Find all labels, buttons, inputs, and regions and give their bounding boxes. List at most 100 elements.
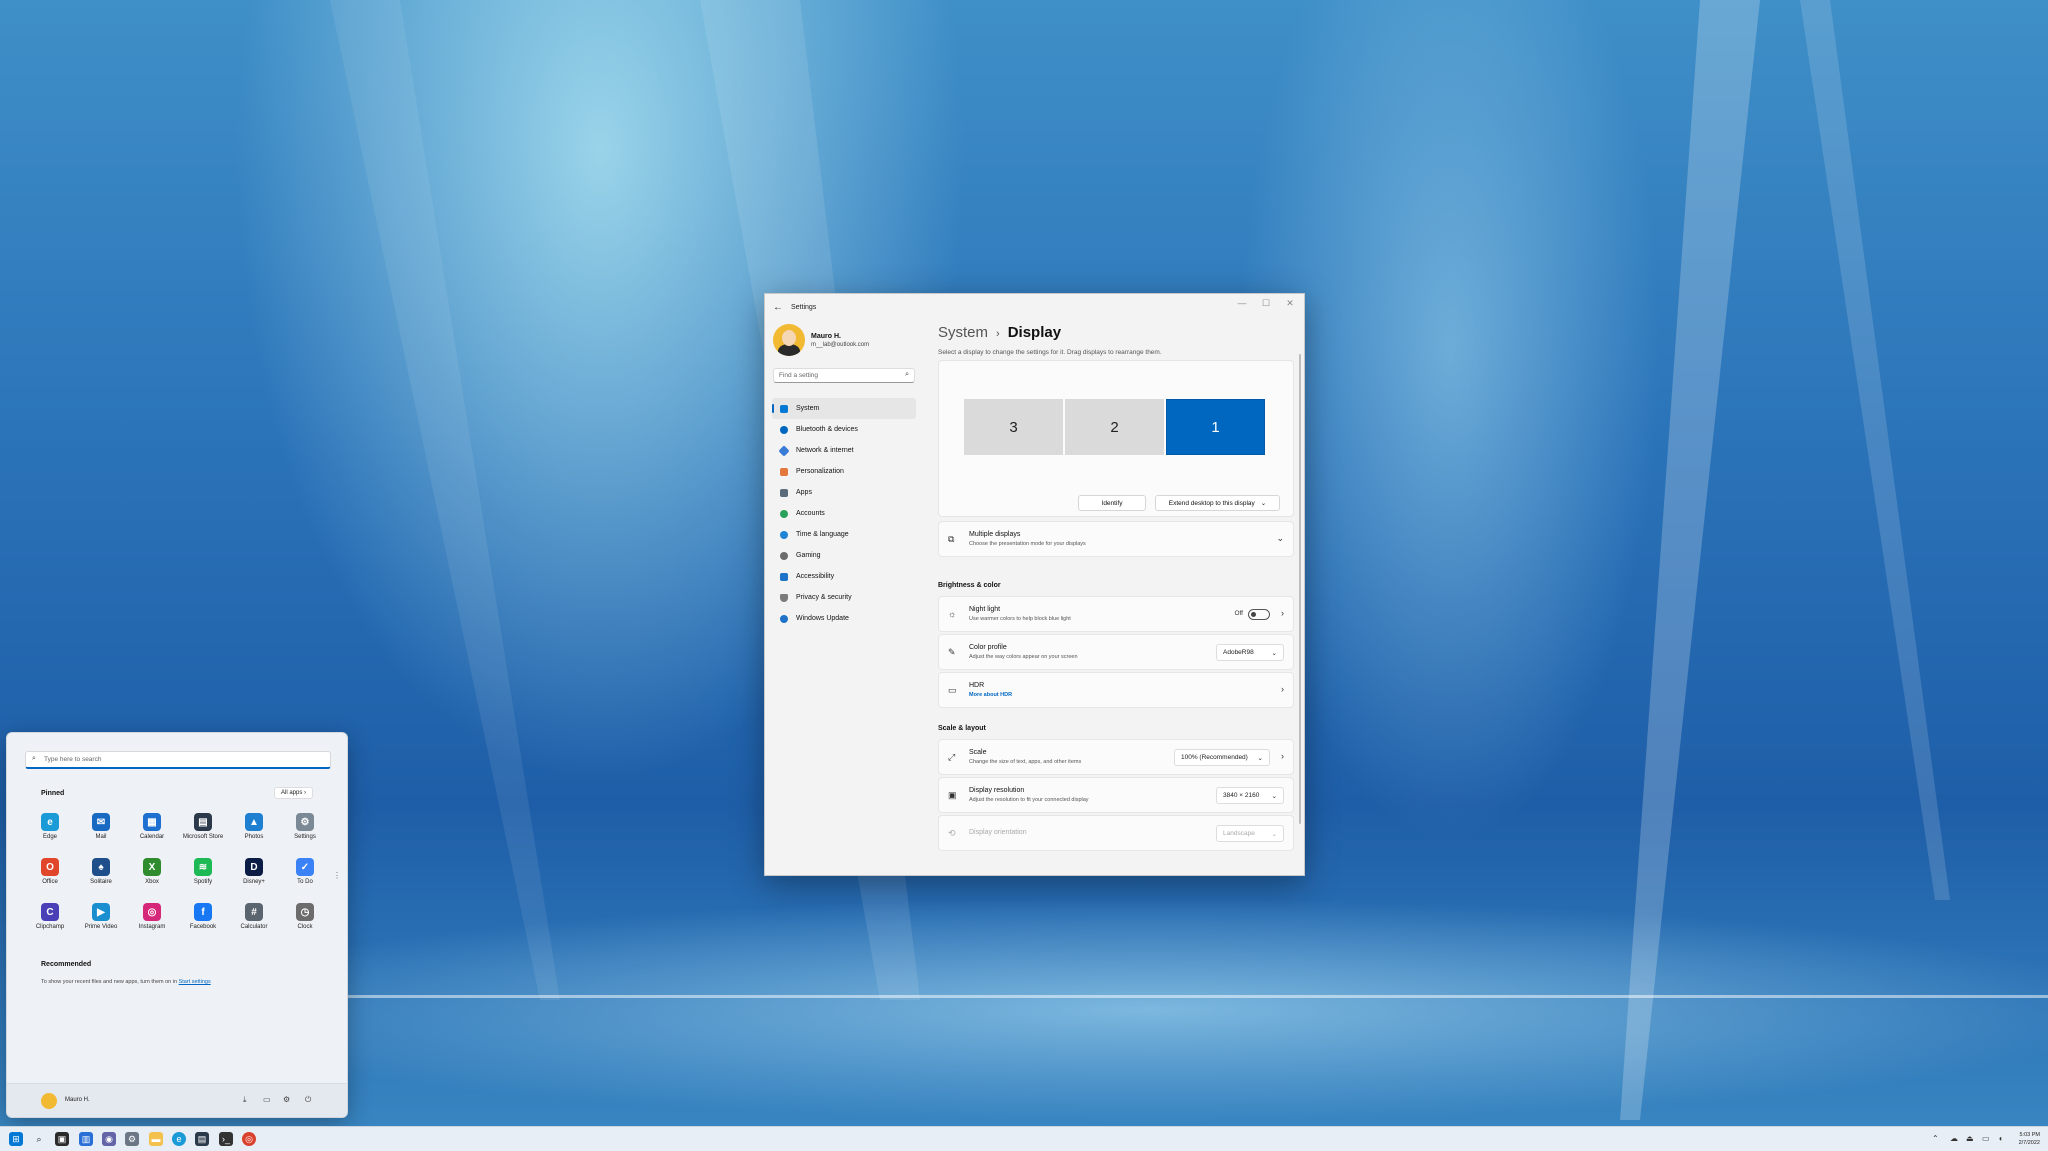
store-icon[interactable]: ▤ [195,1132,209,1146]
terminal-icon[interactable]: ›_ [219,1132,233,1146]
pinned-app-clipchamp[interactable]: C Clipchamp [25,903,75,930]
minimize-icon[interactable]: — [1230,298,1254,308]
color-profile-dropdown[interactable]: AdobeR98 ⌄ [1216,644,1284,661]
monitor-3[interactable]: 3 [964,399,1063,455]
hdr-title: HDR [969,682,985,689]
extend-desktop-dropdown[interactable]: Extend desktop to this display ⌄ [1155,495,1280,511]
monitor-2[interactable]: 2 [1065,399,1164,455]
nav-item-time-language[interactable]: Time & language [772,524,916,545]
start-search-input[interactable]: ⌕ Type here to search [25,751,331,769]
nav-item-windows-update[interactable]: Windows Update [772,608,916,629]
nav-item-network[interactable]: Network & internet [772,440,916,461]
taskbar: ⊞ ⌕ ▣ ▥ ◉ ⚙ ▬ e ▤ ›_ ◎ ⌃ ☁ ⏏ ▭ ◖ 5:03 PM… [0,1126,2048,1151]
pinned-app-mail[interactable]: ✉ Mail [76,813,126,840]
night-light-state: Off [1234,610,1243,617]
hdr-card[interactable]: ▭ HDR More about HDR › [938,672,1294,708]
close-icon[interactable]: ✕ [1278,298,1302,309]
night-light-card[interactable]: ☼ Night light Use warmer colors to help … [938,596,1294,632]
task-view-icon[interactable]: ▣ [55,1132,69,1146]
avatar [773,324,805,356]
pinned-app-calendar[interactable]: ▦ Calendar [127,813,177,840]
pinned-app-disney-[interactable]: D Disney+ [229,858,279,885]
start-settings-link[interactable]: Start settings [179,979,211,985]
chat-icon[interactable]: ◉ [102,1132,116,1146]
monitor-1[interactable]: 1 [1166,399,1265,455]
start-search-placeholder: Type here to search [44,756,102,763]
scrollbar[interactable] [1299,354,1301,824]
mail-icon: ✉ [92,813,110,831]
nav-item-accounts[interactable]: Accounts [772,503,916,524]
multiple-displays-icon: ⧉ [948,534,955,544]
pinned-app-photos[interactable]: ▲ Photos [229,813,279,840]
pinned-app-facebook[interactable]: f Facebook [178,903,228,930]
chevron-down-icon: ⌄ [1260,500,1267,507]
avatar[interactable] [41,1093,57,1109]
pinned-app-microsoft-store[interactable]: ▤ Microsoft Store [178,813,228,840]
pinned-app-prime-video[interactable]: ▶ Prime Video [76,903,126,930]
pinned-app-instagram[interactable]: ◎ Instagram [127,903,177,930]
scale-title: Scale [969,749,987,756]
nav-item-privacy[interactable]: Privacy & security [772,587,916,608]
hdr-more-link[interactable]: More about HDR [969,692,1012,698]
scale-dropdown[interactable]: 100% (Recommended) ⌄ [1174,749,1270,766]
power-icon[interactable]: ⏻ [305,1095,311,1105]
gamepad-icon [780,551,788,560]
file-explorer-icon[interactable]: ▬ [149,1132,163,1146]
edge-icon[interactable]: e [172,1132,186,1146]
color-profile-card[interactable]: ✎ Color profile Adjust the way colors ap… [938,634,1294,670]
display-resolution-card[interactable]: ▣ Display resolution Adjust the resoluti… [938,777,1294,813]
pinned-app-office[interactable]: O Office [25,858,75,885]
pinned-app-calculator[interactable]: # Calculator [229,903,279,930]
night-light-toggle[interactable] [1248,609,1270,620]
nav-item-system[interactable]: System [772,398,916,419]
pinned-app-xbox[interactable]: X Xbox [127,858,177,885]
pinned-app-settings[interactable]: ⚙ Settings [280,813,330,840]
maximize-icon[interactable]: ☐ [1254,298,1278,309]
nav-item-label: Accessibility [796,573,835,580]
pen-icon: ✎ [948,647,956,657]
pinned-app-solitaire[interactable]: ♠ Solitaire [76,858,126,885]
identify-button[interactable]: Identify [1078,495,1146,511]
resolution-title: Display resolution [969,787,1025,794]
nav-item-bluetooth[interactable]: Bluetooth & devices [772,419,916,440]
taskbar-clock[interactable]: 5:03 PM 2/7/2022 [2019,1131,2040,1147]
widgets-icon[interactable]: ▥ [79,1132,93,1146]
start-user-name[interactable]: Mauro H. [65,1097,90,1103]
network-icon[interactable]: ▭ [1982,1134,1990,1143]
nav-item-personalization[interactable]: Personalization [772,461,916,482]
user-profile[interactable]: Mauro H. m__lab@outlook.com [773,324,869,356]
multiple-displays-card[interactable]: ⧉ Multiple displays Choose the presentat… [938,521,1294,557]
gear-icon[interactable]: ⚙ [125,1132,139,1146]
pinned-app-edge[interactable]: e Edge [25,813,75,840]
chrome-icon[interactable]: ◎ [242,1132,256,1146]
pinned-app-clock[interactable]: ◷ Clock [280,903,330,930]
nav-item-apps[interactable]: Apps [772,482,916,503]
download-icon[interactable]: ⤓ [243,1095,247,1105]
folder-icon[interactable]: ▭ [263,1095,271,1104]
find-setting-input[interactable]: Find a setting ⌕ [773,368,915,383]
resolution-dropdown[interactable]: 3840 × 2160 ⌄ [1216,787,1284,804]
nav-item-label: Gaming [796,552,821,559]
facebook-icon: f [194,903,212,921]
pinned-app-spotify[interactable]: ≋ Spotify [178,858,228,885]
apps-icon [780,488,788,497]
nav-item-accessibility[interactable]: Accessibility [772,566,916,587]
volume-icon[interactable]: ◖ [1998,1134,2003,1143]
chevron-up-icon[interactable]: ⌃ [1932,1134,1939,1143]
office-icon: O [41,858,59,876]
search-icon[interactable]: ⌕ [32,1132,46,1146]
nav-item-gaming[interactable]: Gaming [772,545,916,566]
breadcrumb-parent[interactable]: System [938,324,988,341]
page-dots-icon[interactable]: ⋮ [333,871,341,880]
usb-icon[interactable]: ⏏ [1966,1134,1974,1143]
gear-icon[interactable]: ⚙ [283,1095,290,1104]
orientation-value: Landscape [1223,830,1255,837]
back-arrow-icon[interactable]: ← [773,302,791,313]
nav-item-label: Time & language [796,531,849,538]
windows-start-icon[interactable]: ⊞ [9,1132,23,1146]
pinned-app-to-do[interactable]: ✓ To Do [280,858,330,885]
cloud-icon[interactable]: ☁ [1950,1134,1958,1143]
chevron-down-icon: ⌄ [1271,650,1277,657]
all-apps-button[interactable]: All apps › [273,787,313,799]
scale-card[interactable]: ⤢ Scale Change the size of text, apps, a… [938,739,1294,775]
